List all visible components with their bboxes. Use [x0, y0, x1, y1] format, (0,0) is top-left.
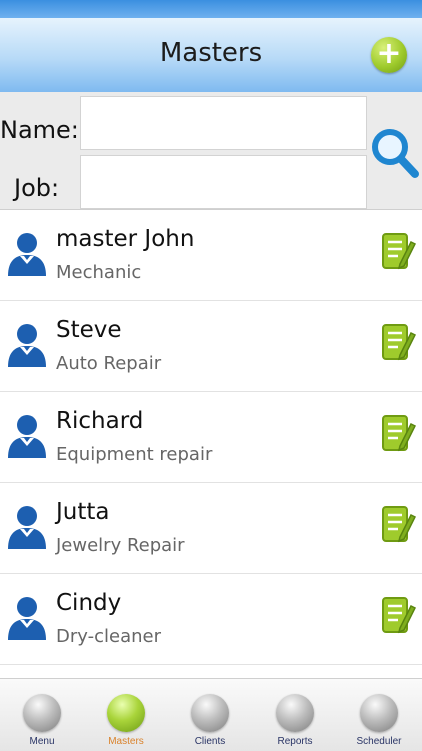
page-title: Masters	[159, 38, 263, 68]
search-button[interactable]	[370, 127, 420, 179]
master-job: Auto Repair	[56, 353, 162, 374]
name-input[interactable]	[80, 96, 367, 150]
user-avatar-icon	[6, 321, 48, 369]
tab-ball-icon	[23, 694, 61, 732]
master-name: Cindy	[56, 590, 122, 616]
master-row[interactable]: Richard Equipment repair	[0, 392, 422, 483]
master-name: master John	[56, 226, 195, 252]
master-row[interactable]: Cindy Dry-cleaner	[0, 574, 422, 665]
user-avatar-icon	[6, 503, 48, 551]
master-row[interactable]: Jutta Jewelry Repair	[0, 483, 422, 574]
tab-label: Reports	[277, 736, 313, 747]
tab-masters[interactable]: Masters	[84, 679, 168, 751]
tab-label: Menu	[29, 736, 55, 747]
edit-icon[interactable]	[380, 503, 417, 547]
tab-menu[interactable]: Menu	[0, 679, 84, 751]
tab-scheduler[interactable]: Scheduler	[337, 679, 421, 751]
magnifier-icon	[372, 129, 419, 178]
tab-clients[interactable]: Clients	[168, 679, 252, 751]
master-job: Dry-cleaner	[56, 626, 161, 647]
master-name: Jutta	[56, 499, 110, 525]
master-row[interactable]: Steve Auto Repair	[0, 301, 422, 392]
tab-label: Scheduler	[356, 736, 402, 747]
bottom-tab-bar: Menu Masters Clients Reports Scheduler	[0, 678, 422, 751]
header-bar: Masters +	[0, 18, 422, 93]
status-strip	[0, 0, 422, 18]
edit-icon[interactable]	[380, 321, 417, 365]
tab-ball-icon	[191, 694, 229, 732]
edit-icon[interactable]	[380, 594, 417, 638]
job-input[interactable]	[80, 155, 367, 209]
search-panel: Name: Job:	[0, 92, 422, 210]
master-job: Equipment repair	[56, 444, 213, 465]
job-label: Job:	[14, 174, 60, 202]
tab-label: Masters	[108, 736, 144, 747]
tab-label: Clients	[194, 736, 226, 747]
user-avatar-icon	[6, 594, 48, 642]
master-name: Steve	[56, 317, 122, 343]
name-label: Name:	[0, 116, 79, 144]
master-job: Jewelry Repair	[56, 535, 185, 556]
master-job: Mechanic	[56, 262, 142, 283]
add-master-button[interactable]: +	[371, 37, 407, 73]
tab-ball-icon	[360, 694, 398, 732]
user-avatar-icon	[6, 230, 48, 278]
tab-ball-icon	[276, 694, 314, 732]
master-row[interactable]: master John Mechanic	[0, 210, 422, 301]
masters-list: master John Mechanic Steve Auto Repair Richa…	[0, 210, 422, 665]
plus-icon: +	[376, 36, 402, 71]
edit-icon[interactable]	[380, 412, 417, 456]
tab-reports[interactable]: Reports	[253, 679, 337, 751]
master-name: Richard	[56, 408, 144, 434]
user-avatar-icon	[6, 412, 48, 460]
tab-ball-icon	[107, 694, 145, 732]
edit-icon[interactable]	[380, 230, 417, 274]
